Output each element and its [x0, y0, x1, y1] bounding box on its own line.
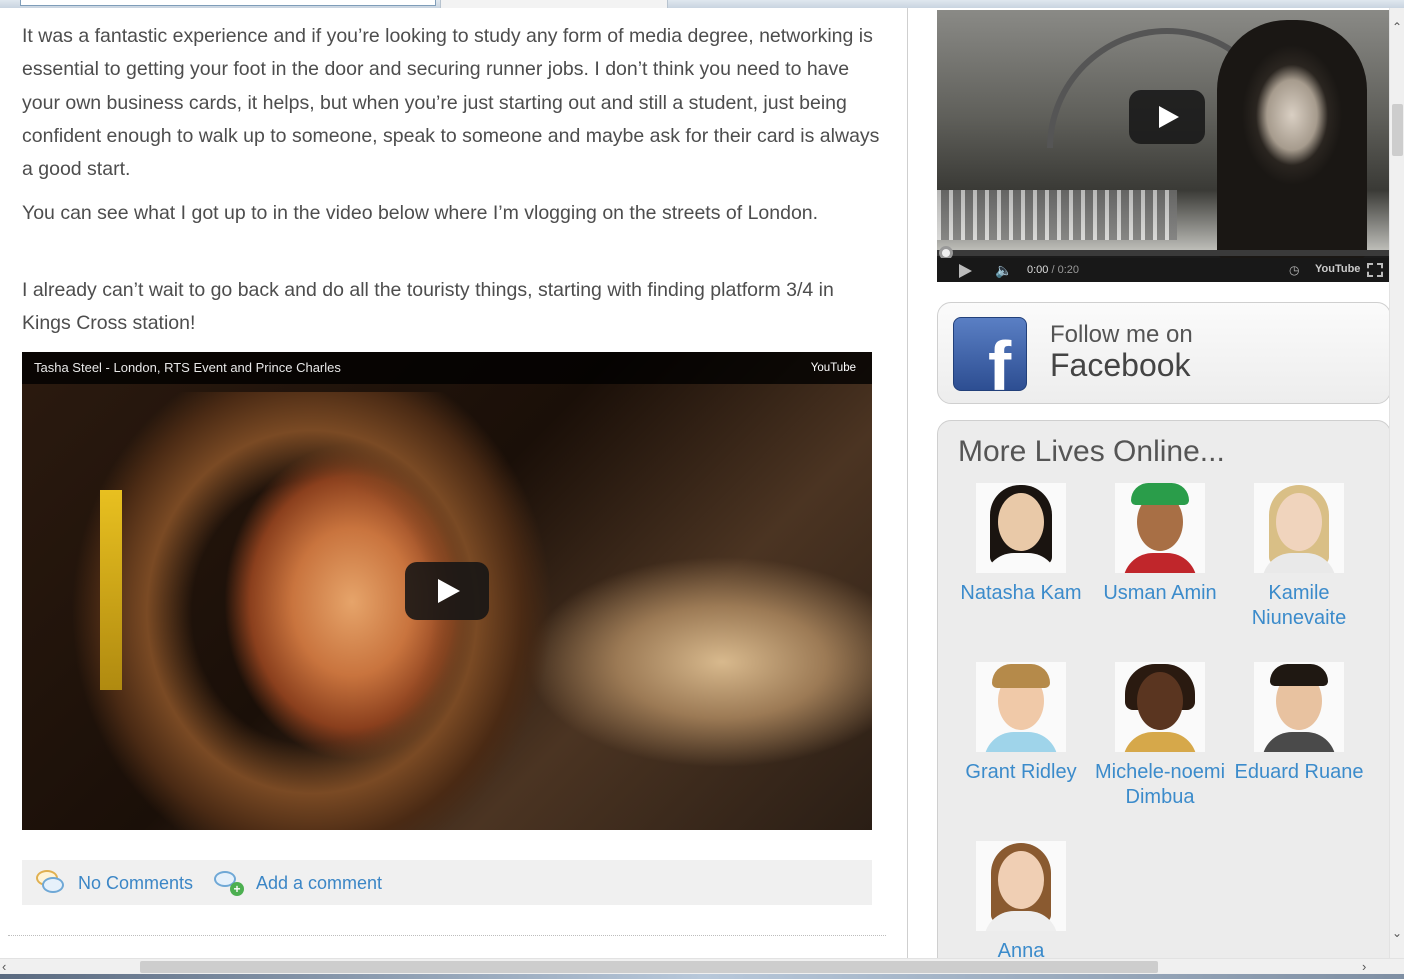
volume-icon[interactable]: 🔈	[995, 262, 1012, 279]
sidebar-video-play-button[interactable]	[1129, 90, 1205, 144]
browser-tab-edge[interactable]	[440, 0, 668, 8]
avatar[interactable]	[1115, 662, 1205, 752]
comment-bar: No Comments + Add a comment	[22, 860, 872, 905]
video-person	[1217, 20, 1367, 260]
vertical-scroll-thumb[interactable]	[1392, 104, 1403, 156]
taskbar-edge	[0, 974, 1404, 979]
avatar[interactable]	[976, 662, 1066, 752]
scroll-right-icon[interactable]: ›	[1362, 959, 1366, 974]
scroll-up-icon[interactable]: ⌃	[1392, 20, 1402, 34]
scroll-down-icon[interactable]: ⌄	[1392, 926, 1402, 940]
person-card-anna[interactable]: Anna	[952, 841, 1090, 964]
avatar-hair	[992, 664, 1050, 688]
no-comments-link[interactable]: No Comments	[78, 873, 193, 894]
address-bar-edge[interactable]	[20, 0, 436, 6]
time-separator: /	[1048, 264, 1058, 276]
person-name[interactable]: Eduard Ruane	[1230, 760, 1368, 785]
video-progress-bar[interactable]	[937, 250, 1389, 256]
avatar-body	[1262, 732, 1336, 752]
video-frame-pole	[100, 490, 122, 690]
video-time: 0:00 / 0:20	[1027, 264, 1079, 276]
avatar-face	[998, 493, 1044, 551]
facebook-icon: f	[953, 317, 1027, 391]
avatar-body	[1123, 553, 1197, 573]
vertical-scrollbar[interactable]: ⌃ ⌄	[1389, 8, 1404, 958]
avatar[interactable]	[976, 483, 1066, 573]
person-name[interactable]: Kamile Niunevaite	[1230, 581, 1368, 631]
avatar-face	[998, 851, 1044, 909]
avatar[interactable]	[1115, 483, 1205, 573]
fullscreen-icon[interactable]	[1367, 263, 1383, 277]
person-card-usman-amin[interactable]: Usman Amin	[1091, 483, 1229, 606]
avatar-face	[1276, 493, 1322, 551]
article-paragraph-2: You can see what I got up to in the vide…	[22, 202, 819, 224]
follow-me-on-text: Follow me on	[1050, 321, 1193, 348]
person-card-natasha-kam[interactable]: Natasha Kam	[952, 483, 1090, 606]
article-column: It was a fantastic experience and if you…	[0, 8, 908, 958]
play-icon[interactable]	[959, 264, 972, 278]
add-comment-icon: +	[212, 868, 244, 898]
watch-later-icon[interactable]: ◷	[1289, 263, 1299, 277]
avatar-cap	[1131, 483, 1189, 505]
more-lives-title: More Lives Online...	[958, 435, 1225, 468]
person-name[interactable]: Michele-noemi Dimbua	[1091, 760, 1229, 810]
person-card-grant-ridley[interactable]: Grant Ridley	[952, 662, 1090, 785]
avatar-hair	[1270, 664, 1328, 686]
current-time: 0:00	[1027, 264, 1049, 276]
article-paragraph-3: I already can’t wait to go back and do a…	[22, 279, 834, 335]
video-play-button[interactable]	[405, 562, 489, 620]
horizontal-scrollbar[interactable]: ‹ ›	[0, 958, 1404, 974]
video-controls: 🔈 0:00 / 0:20 ◷ YouTube	[937, 258, 1389, 282]
youtube-label[interactable]: YouTube	[811, 362, 856, 374]
person-card-kamile-niunevaite[interactable]: Kamile Niunevaite	[1230, 483, 1368, 631]
more-lives-panel: More Lives Online... Natasha Kam Usman A…	[937, 420, 1391, 979]
scroll-left-icon[interactable]: ‹	[2, 959, 6, 974]
facebook-logo-letter: f	[988, 327, 1012, 391]
avatar-body	[1123, 732, 1197, 752]
plus-icon: +	[230, 882, 244, 896]
youtube-logo[interactable]: YouTube	[1315, 263, 1360, 275]
avatar-body	[984, 732, 1058, 752]
railing	[937, 190, 1177, 240]
person-card-eduard-ruane[interactable]: Eduard Ruane	[1230, 662, 1368, 785]
article-paragraph-1: It was a fantastic experience and if you…	[22, 25, 880, 181]
video-frame-image	[52, 392, 572, 830]
horizontal-scroll-thumb[interactable]	[140, 961, 1158, 973]
browser-top-strip	[0, 0, 1404, 8]
avatar[interactable]	[1254, 483, 1344, 573]
person-name[interactable]: Grant Ridley	[952, 760, 1090, 785]
video-title[interactable]: Tasha Steel - London, RTS Event and Prin…	[34, 360, 341, 375]
sidebar-video-player[interactable]: 🔈 0:00 / 0:20 ◷ YouTube	[937, 10, 1389, 282]
facebook-text: Facebook	[1050, 347, 1191, 383]
divider	[8, 935, 886, 936]
video-title-bar: Tasha Steel - London, RTS Event and Prin…	[22, 352, 872, 384]
avatar[interactable]	[976, 841, 1066, 931]
person-name[interactable]: Usman Amin	[1091, 581, 1229, 606]
avatar-face	[1137, 672, 1183, 730]
duration: 0:20	[1057, 264, 1080, 276]
person-name[interactable]: Natasha Kam	[952, 581, 1090, 606]
embedded-video-player[interactable]: Tasha Steel - London, RTS Event and Prin…	[22, 352, 872, 830]
facebook-follow-box[interactable]: f Follow me on Facebook	[937, 302, 1391, 404]
person-card-michele-noemi-dimbua[interactable]: Michele-noemi Dimbua	[1091, 662, 1229, 810]
avatar[interactable]	[1254, 662, 1344, 752]
comments-icon	[34, 868, 66, 898]
sidebar: 🔈 0:00 / 0:20 ◷ YouTube f Follow me on F…	[909, 8, 1391, 979]
add-comment-link[interactable]: Add a comment	[256, 873, 382, 894]
